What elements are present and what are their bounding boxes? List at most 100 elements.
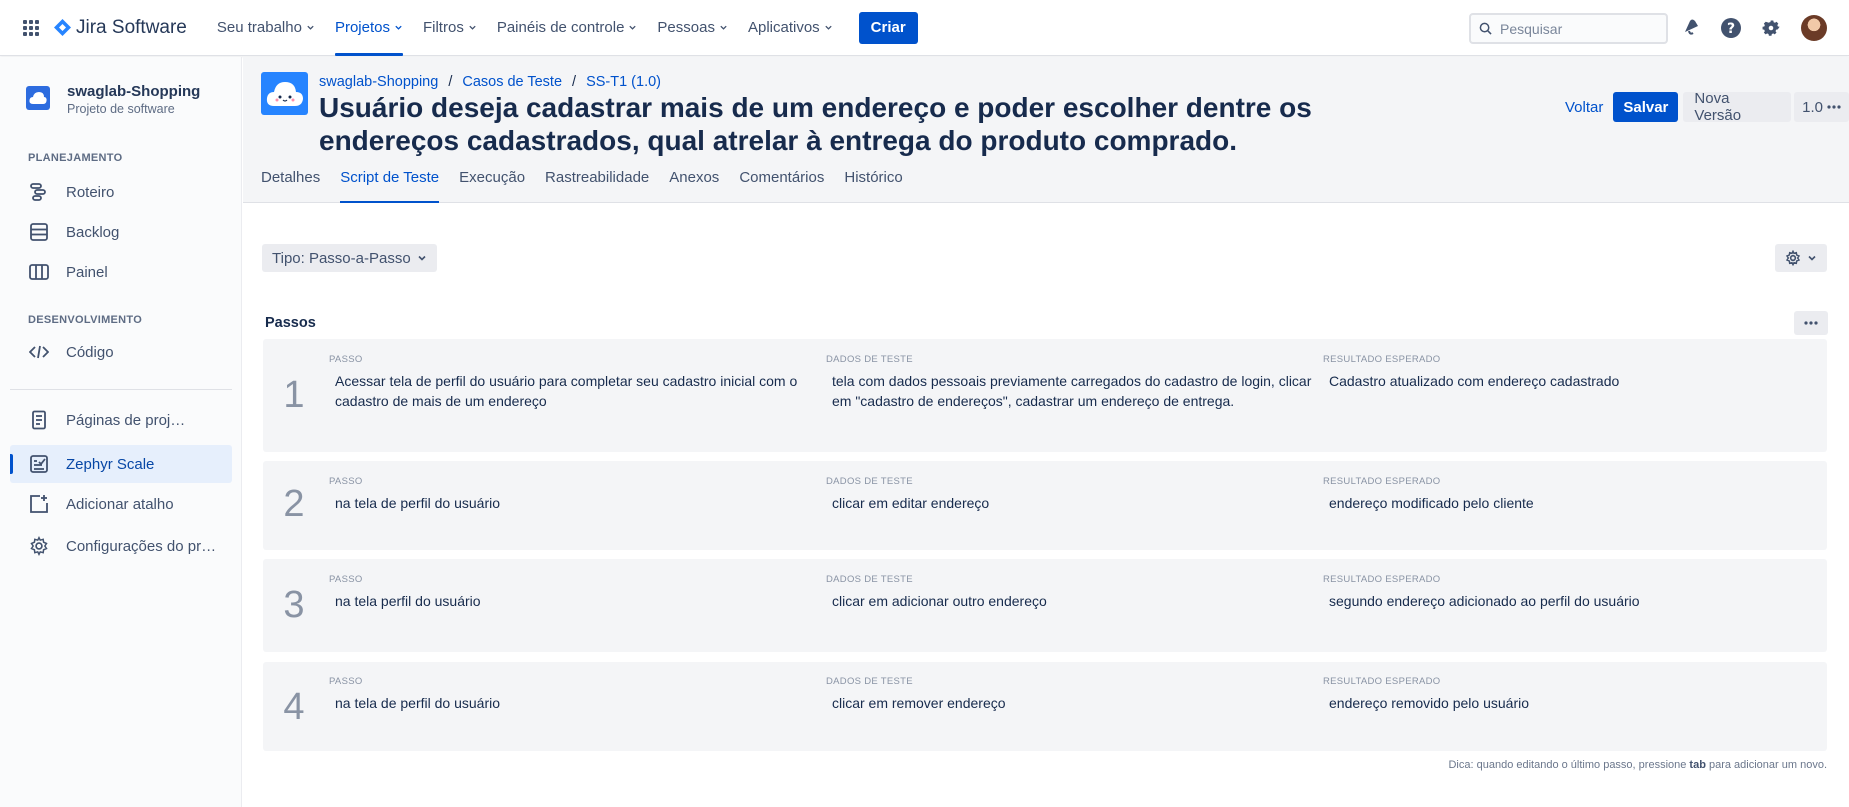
- nav-aplicativos[interactable]: Aplicativos: [740, 0, 841, 56]
- step-col-dados: DADOS DE TESTE clicar em remover endereç…: [826, 676, 1316, 713]
- sidebar-item-backlog[interactable]: Backlog: [10, 213, 232, 251]
- settings-icon[interactable]: [1759, 16, 1783, 40]
- pages-icon: [28, 409, 50, 431]
- step-number: 2: [283, 483, 305, 525]
- gear-icon: [1785, 250, 1801, 266]
- tab-detalhes[interactable]: Detalhes: [261, 169, 320, 203]
- search-placeholder: Pesquisar: [1500, 20, 1563, 37]
- step-test-data[interactable]: clicar em remover endereço: [826, 693, 1316, 713]
- step-col-resultado: RESULTADO ESPERADO segundo endereço adic…: [1323, 574, 1813, 611]
- step-expected-result[interactable]: Cadastro atualizado com endereço cadastr…: [1323, 371, 1813, 391]
- project-name: swaglab-Shopping: [67, 83, 201, 100]
- test-step[interactable]: 3 PASSO na tela perfil do usuário DADOS …: [263, 559, 1827, 652]
- sidebar-divider: [10, 389, 232, 390]
- tab-comentarios[interactable]: Comentários: [739, 169, 824, 203]
- backlog-icon: [28, 221, 50, 243]
- test-step[interactable]: 4 PASSO na tela de perfil do usuário DAD…: [263, 662, 1827, 751]
- step-number: 1: [283, 374, 305, 416]
- script-type-dropdown[interactable]: Tipo: Passo-a-Passo: [262, 244, 437, 272]
- tab-script-de-teste[interactable]: Script de Teste: [340, 169, 439, 203]
- steps-more-button[interactable]: [1794, 311, 1828, 335]
- tab-rastreabilidade[interactable]: Rastreabilidade: [545, 169, 649, 203]
- step-description[interactable]: na tela perfil do usuário: [329, 591, 819, 611]
- code-icon: [28, 341, 50, 363]
- section-development: DESENVOLVIMENTO: [28, 314, 143, 326]
- nav-seu-trabalho[interactable]: Seu trabalho: [209, 0, 323, 56]
- step-col-passo: PASSO na tela perfil do usuário: [329, 574, 819, 611]
- breadcrumb-separator: /: [448, 74, 453, 90]
- test-step[interactable]: 1 PASSO Acessar tela de perfil do usuári…: [263, 339, 1827, 452]
- user-avatar[interactable]: [1801, 15, 1827, 41]
- step-col-dados: DADOS DE TESTE clicar em adicionar outro…: [826, 574, 1316, 611]
- jira-diamond-icon: [54, 19, 71, 36]
- zephyr-scale-icon: [28, 453, 50, 475]
- board-icon: [28, 261, 50, 283]
- script-settings-button[interactable]: [1775, 244, 1827, 272]
- step-description[interactable]: na tela de perfil do usuário: [329, 693, 819, 713]
- jira-logo[interactable]: Jira Software: [54, 17, 187, 39]
- project-cloud-icon: [26, 86, 50, 110]
- section-planning: PLANEJAMENTO: [28, 152, 123, 164]
- sidebar-item-label: Adicionar atalho: [66, 495, 174, 513]
- nav-filtros[interactable]: Filtros: [415, 0, 485, 56]
- breadcrumb-case-key[interactable]: SS-T1 (1.0): [586, 74, 661, 90]
- chevron-down-icon: [469, 25, 476, 30]
- sidebar-item-adicionar-atalho[interactable]: Adicionar atalho: [10, 485, 232, 523]
- step-expected-result[interactable]: endereço removido pelo usuário: [1323, 693, 1813, 713]
- test-case-cloud-icon: [261, 72, 308, 115]
- version-label: 1.0: [1802, 98, 1823, 116]
- create-button[interactable]: Criar: [858, 11, 918, 44]
- sidebar-item-zephyr-scale[interactable]: Zephyr Scale: [10, 445, 232, 483]
- save-button[interactable]: Salvar: [1613, 92, 1679, 122]
- sidebar-item-label: Zephyr Scale: [66, 455, 155, 473]
- step-test-data[interactable]: clicar em adicionar outro endereço: [826, 591, 1316, 611]
- chevron-down-icon: [825, 25, 832, 30]
- back-button[interactable]: Voltar: [1557, 92, 1611, 122]
- sidebar-item-paginas[interactable]: Páginas de proj…: [10, 401, 232, 439]
- step-description[interactable]: na tela de perfil do usuário: [329, 493, 819, 513]
- tab-historico[interactable]: Histórico: [844, 169, 902, 203]
- sidebar-item-configuracoes[interactable]: Configurações do pr…: [10, 527, 232, 565]
- version-menu-button[interactable]: 1.0: [1794, 92, 1849, 122]
- sidebar-item-painel[interactable]: Painel: [10, 253, 232, 291]
- nav-pessoas[interactable]: Pessoas: [649, 0, 736, 56]
- sidebar-item-label: Painel: [66, 263, 108, 281]
- breadcrumb-test-cases[interactable]: Casos de Teste: [462, 74, 562, 90]
- app-switcher-icon[interactable]: [16, 13, 46, 43]
- top-navigation: Jira Software Seu trabalho Projetos Filt…: [0, 0, 1849, 56]
- step-expected-result[interactable]: segundo endereço adicionado ao perfil do…: [1323, 591, 1813, 611]
- sidebar-item-codigo[interactable]: Código: [10, 333, 232, 371]
- col-label-dados: DADOS DE TESTE: [826, 476, 913, 487]
- test-step[interactable]: 2 PASSO na tela de perfil do usuário DAD…: [263, 461, 1827, 550]
- tab-anexos[interactable]: Anexos: [669, 169, 719, 203]
- help-icon[interactable]: ?: [1719, 16, 1743, 40]
- col-label-passo: PASSO: [329, 354, 363, 365]
- project-type: Projeto de software: [67, 102, 175, 116]
- breadcrumb-project[interactable]: swaglab-Shopping: [319, 74, 438, 90]
- chevron-down-icon: [418, 255, 426, 261]
- tab-execucao[interactable]: Execução: [459, 169, 525, 203]
- search-input[interactable]: Pesquisar: [1469, 13, 1668, 44]
- step-test-data[interactable]: tela com dados pessoais previamente carr…: [826, 371, 1316, 411]
- col-label-passo: PASSO: [329, 476, 363, 487]
- step-test-data[interactable]: clicar em editar endereço: [826, 493, 1316, 513]
- chevron-down-icon: [720, 25, 727, 30]
- chevron-down-icon: [1808, 255, 1816, 261]
- step-description[interactable]: Acessar tela de perfil do usuário para c…: [329, 371, 819, 411]
- notifications-icon[interactable]: [1679, 16, 1703, 40]
- test-case-header: swaglab-Shopping / Casos de Teste / SS-T…: [243, 57, 1849, 203]
- sidebar-item-roteiro[interactable]: Roteiro: [10, 173, 232, 211]
- step-number: 3: [283, 584, 305, 626]
- more-icon: [1804, 321, 1818, 325]
- add-shortcut-icon: [28, 493, 50, 515]
- project-header[interactable]: swaglab-Shopping Projeto de software: [26, 83, 200, 116]
- nav-projetos[interactable]: Projetos: [327, 0, 411, 56]
- col-label-dados: DADOS DE TESTE: [826, 676, 913, 687]
- chevron-down-icon: [629, 25, 637, 30]
- keyboard-hint: Dica: quando editando o último passo, pr…: [1448, 759, 1827, 771]
- gear-icon: [28, 535, 50, 557]
- new-version-button[interactable]: Nova Versão: [1683, 90, 1792, 124]
- col-label-resultado: RESULTADO ESPERADO: [1323, 676, 1441, 687]
- nav-paineis[interactable]: Painéis de controle: [489, 0, 646, 56]
- step-expected-result[interactable]: endereço modificado pelo cliente: [1323, 493, 1813, 513]
